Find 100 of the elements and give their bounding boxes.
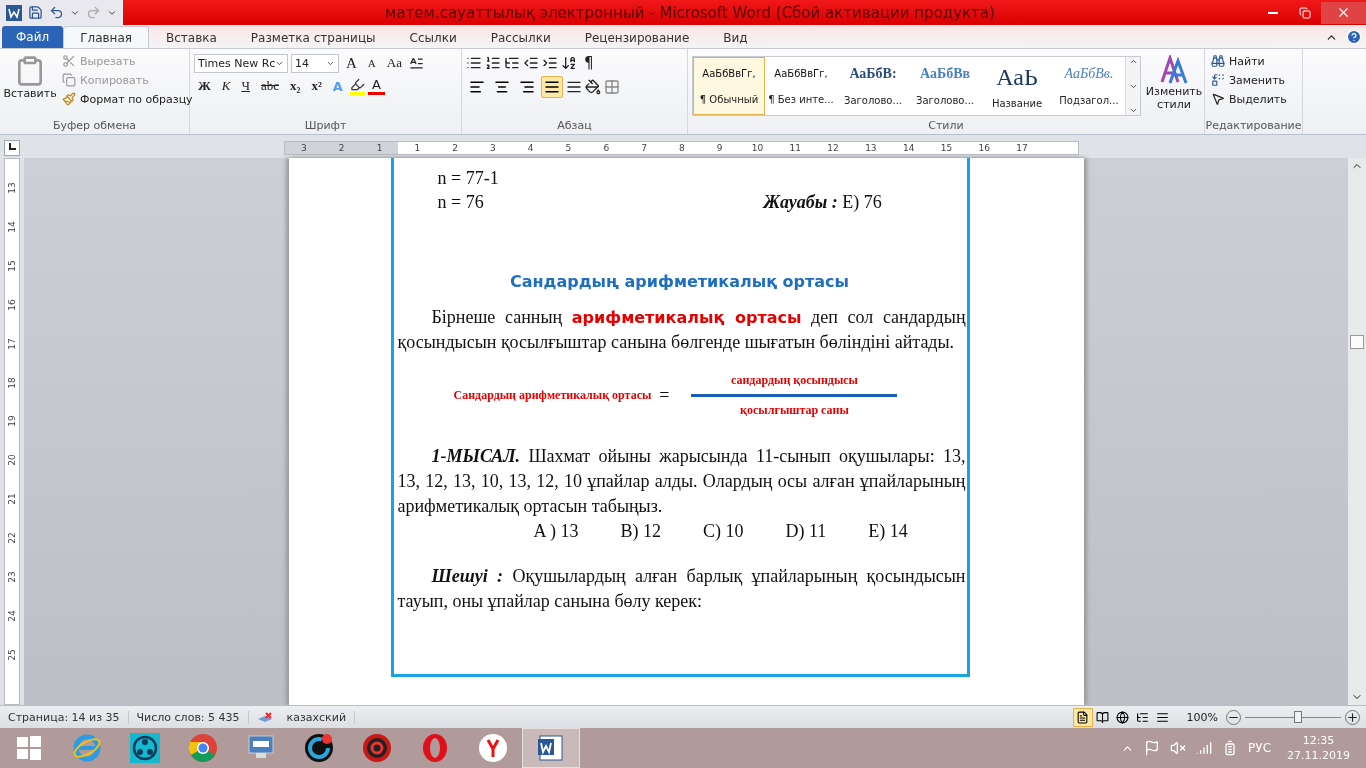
ruler-number: 10	[750, 141, 765, 154]
editing-action[interactable]: Выделить	[1209, 91, 1289, 107]
scissors-icon	[62, 54, 76, 68]
pilcrow-button[interactable]: ¶	[580, 53, 598, 73]
change-case-button[interactable]: Aa	[382, 53, 406, 73]
ruler-number: 15	[939, 141, 954, 154]
ruler-number: 18	[7, 376, 17, 389]
ruler-number: 1	[360, 141, 399, 154]
minimize-icon	[1268, 11, 1278, 14]
language-indicator[interactable]: казахский	[248, 710, 356, 724]
clipboard-action[interactable]: Формат по образцу	[60, 91, 195, 107]
multilevel-list-icon[interactable]	[504, 55, 520, 71]
ruler-number: 14	[901, 141, 916, 154]
align-right-icon	[519, 79, 535, 95]
bullets-icon[interactable]	[466, 55, 482, 71]
text-line: n = 76	[437, 191, 485, 214]
style-item[interactable]: АаЬ Название	[981, 57, 1053, 115]
outline-icon	[1136, 710, 1150, 724]
word-app-icon[interactable]	[6, 4, 22, 21]
section-heading: Сандардың арифметикалық ортасы	[508, 272, 851, 291]
ruler-number: 12	[826, 141, 840, 154]
view-button[interactable]	[1072, 707, 1093, 727]
help-icon[interactable]	[1346, 29, 1362, 45]
scroll-thumb[interactable]	[1350, 334, 1364, 349]
style-item[interactable]: АаБбВв Заголово...	[909, 57, 981, 115]
editing-action[interactable]: Найти	[1209, 53, 1289, 69]
ruler-number: 16	[977, 141, 991, 154]
ribbon-tab[interactable]: Ссылки	[392, 26, 474, 48]
paste-button[interactable]: Вставить	[4, 53, 56, 118]
decrease-indent-icon[interactable]	[523, 55, 539, 71]
style-item[interactable]: АаБбВ: Заголово...	[837, 57, 909, 115]
ruler-number: 23	[7, 571, 17, 583]
signal-bars-icon[interactable]	[1196, 740, 1213, 756]
line-spacing-icon[interactable]	[566, 79, 582, 95]
change-styles-button[interactable]: Изменить стили	[1145, 53, 1203, 118]
increase-indent-icon[interactable]	[542, 55, 558, 71]
grow-font-button[interactable]: A	[342, 53, 361, 73]
format-button[interactable]: Ч	[237, 76, 254, 96]
highlighter-icon[interactable]	[349, 77, 365, 95]
ruler-number: 16	[7, 299, 17, 311]
ruler-number: 9	[715, 141, 724, 154]
editing-action[interactable]: Заменить	[1209, 72, 1289, 88]
y-logo-icon	[478, 733, 508, 763]
zoom-thumb[interactable]	[1293, 710, 1302, 723]
ribbon-tab[interactable]: Рецензирование	[567, 26, 707, 48]
group-label: Абзац	[556, 118, 593, 134]
ribbon-tab[interactable]: Главная	[63, 26, 149, 48]
save-icon[interactable]	[28, 5, 43, 20]
font-color-button[interactable]: A	[367, 77, 385, 95]
word-count[interactable]: Число слов: 5 435	[128, 710, 249, 724]
page-count[interactable]: Страница: 14 из 35	[0, 710, 129, 724]
align-button[interactable]	[541, 76, 563, 98]
align-justify-icon	[544, 79, 560, 95]
restore-icon	[1299, 6, 1311, 19]
align-left-icon	[469, 79, 485, 95]
ruler-number: 24	[7, 610, 17, 622]
flag-icon[interactable]	[1144, 740, 1161, 756]
window-title: матем.сауаттылық электронный - Microsoft Word (Сбой активации продукта)	[384, 3, 996, 22]
share-circle-icon	[130, 733, 160, 763]
format-button[interactable]: Ж	[194, 76, 215, 96]
ruler-number: 2	[322, 141, 361, 154]
sort-icon[interactable]	[561, 55, 577, 71]
muted-speaker-icon[interactable]	[1170, 740, 1187, 756]
font-size-field[interactable]: 14	[291, 53, 339, 73]
ribbon-tab[interactable]: Рассылки	[473, 26, 568, 48]
answer-option: E) 14	[868, 519, 908, 544]
group-label: Буфер обмена	[51, 118, 138, 134]
format-button[interactable]: x²	[307, 76, 326, 96]
format-button[interactable]: x₂	[286, 76, 305, 96]
group-label: Редактирование	[1205, 118, 1302, 134]
shading-icon[interactable]	[585, 79, 601, 95]
formula-left-side: Сандардың арифметикалық ортасы	[453, 388, 652, 403]
ribbon-tab[interactable]: Вид	[706, 26, 765, 48]
file-tab[interactable]: Файл	[2, 26, 64, 48]
shrink-font-button[interactable]: A	[363, 53, 380, 73]
scroll-up-icon[interactable]	[1128, 57, 1138, 66]
ribbon-tab[interactable]: Разметка страницы	[233, 26, 393, 48]
answer-option: A ) 13	[533, 519, 579, 544]
numbering-icon[interactable]	[485, 55, 501, 71]
close-icon	[1336, 5, 1351, 20]
paintbrush-icon	[62, 92, 76, 106]
style-item[interactable]: АаБбВвГг, ¶ Без инте...	[765, 57, 837, 115]
taskbar-app[interactable]	[522, 728, 580, 768]
format-button[interactable]: К	[217, 76, 235, 96]
ruler-number: 6	[602, 141, 611, 154]
book-icon	[1096, 710, 1110, 724]
c-logo-icon	[304, 733, 334, 763]
group-label: Шрифт	[303, 118, 348, 134]
undo-icon[interactable]	[49, 5, 64, 20]
tab-stop-button[interactable]	[4, 139, 20, 156]
font-name-field[interactable]: Times New Rc	[194, 53, 288, 73]
format-button[interactable]: abc	[256, 76, 283, 96]
ribbon-tab[interactable]: Вставка	[149, 26, 234, 48]
solution-paragraph: Шешуі : Оқушылардың алған барлық ұпайларының қосындысын тауып, оны ұпайлар санына бөлу керек:	[396, 565, 966, 613]
more-styles-icon[interactable]	[1128, 106, 1138, 115]
style-item[interactable]: АаБбВв. Подзагол...	[1053, 57, 1125, 115]
ruler-number: 3	[285, 141, 323, 154]
clear-format-icon[interactable]	[408, 55, 424, 71]
style-item[interactable]: АаБбВвГг, ¶ Обычный	[693, 57, 765, 115]
o-logo-icon	[420, 733, 450, 763]
